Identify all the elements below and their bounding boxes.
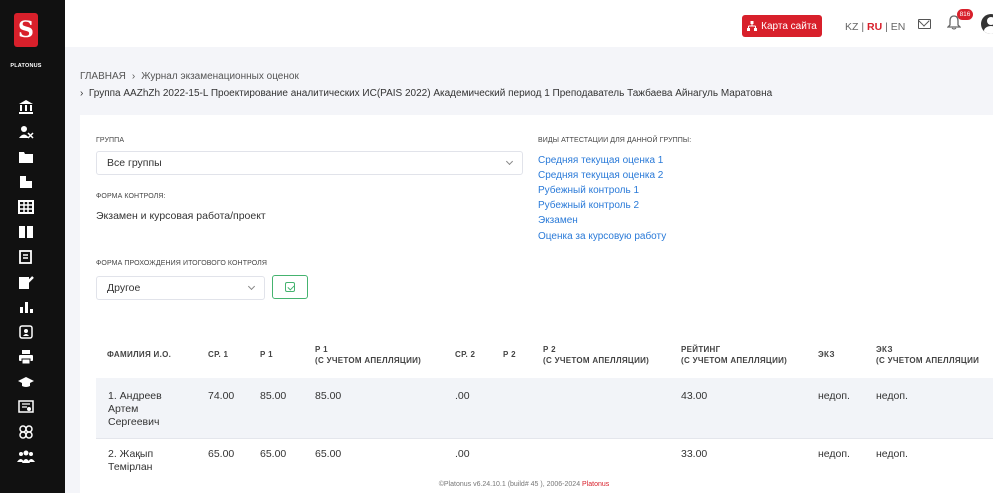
sitemap-button[interactable]: Карта сайта: [742, 15, 822, 37]
cell-r1-appeal: 85.00: [315, 390, 342, 402]
book-icon[interactable]: [15, 221, 37, 243]
footer-text: ©Platonus v6.24.10.1 (build# 45 ), 2006-…: [438, 481, 583, 488]
th-rating: РЕЙТИНГ (С УЧЕТОМ АПЕЛЛЯЦИИ): [681, 344, 787, 366]
th-exam-appeal-line2: (С УЧЕТОМ АПЕЛЛЯЦИИ: [876, 356, 980, 365]
cell-r1: 65.00: [260, 448, 287, 460]
th-name: ФАМИЛИЯ И.О.: [107, 350, 172, 359]
cell-r1-appeal: 65.00: [315, 448, 342, 460]
attestation-link[interactable]: Рубежный контроль 1: [538, 185, 639, 196]
cell-name[interactable]: 1. Андреев Артем Сергеевич: [108, 390, 162, 429]
lang-en[interactable]: EN: [891, 21, 906, 33]
people-icon[interactable]: [15, 446, 37, 468]
group-icon[interactable]: [15, 421, 37, 443]
users-icon[interactable]: [15, 121, 37, 143]
control-form-label: ФОРМА КОНТРОЛЯ:: [96, 193, 166, 200]
bank-icon[interactable]: [15, 96, 37, 118]
th-r2: Р 2: [503, 350, 516, 359]
breadcrumb-current: Журнал экзаменационных оценок: [141, 71, 299, 82]
footer-brand-link[interactable]: Platonus: [582, 481, 609, 488]
th-r2-appeal-line1: Р 2: [543, 345, 556, 354]
attestation-link[interactable]: Средняя текущая оценка 1: [538, 155, 663, 166]
group-select[interactable]: Все группы: [96, 151, 523, 175]
sitemap-label: Карта сайта: [761, 20, 817, 32]
final-control-select-value: Другое: [107, 282, 141, 294]
th-rating-line2: (С УЧЕТОМ АПЕЛЛЯЦИИ): [681, 356, 788, 365]
control-form-value: Экзамен и курсовая работа/проект: [96, 210, 266, 222]
final-control-select[interactable]: Другое: [96, 276, 265, 300]
edit-icon[interactable]: [15, 271, 37, 293]
language-switcher: KZ | RU | EN: [845, 21, 906, 33]
final-control-label: ФОРМА ПРОХОЖДЕНИЯ ИТОГОВОГО КОНТРОЛЯ: [96, 260, 268, 267]
group-info: Группа AAZhZh 2022-15-L Проектирование а…: [88, 88, 773, 99]
confirm-button[interactable]: [272, 275, 308, 299]
mail-icon[interactable]: [918, 19, 931, 29]
cell-rating: 43.00: [681, 390, 708, 402]
cell-avg2: .00: [455, 448, 470, 460]
th-exam-appeal-line1: ЭКЗ: [876, 345, 893, 354]
th-avg2: СР. 2: [455, 350, 476, 359]
cell-avg1: 65.00: [208, 448, 235, 460]
platonus-logo[interactable]: S: [14, 13, 38, 47]
attestation-link[interactable]: Средняя текущая оценка 2: [538, 170, 663, 181]
forms-icon[interactable]: [15, 246, 37, 268]
chevron-down-icon: [247, 282, 256, 291]
th-r2-appeal: Р 2 (С УЧЕТОМ АПЕЛЛЯЦИИ): [543, 344, 649, 366]
cell-name-line3: Сергеевич: [108, 416, 160, 428]
sidebar: S PLATONUS: [0, 0, 65, 493]
cell-name-line2: Темірлан: [108, 461, 153, 473]
cell-exam: недоп.: [818, 390, 850, 402]
cell-r1: 85.00: [260, 390, 287, 402]
breadcrumb-subtitle: › Группа AAZhZh 2022-15-L Проектирование…: [80, 88, 772, 99]
th-r1-appeal-line2: (С УЧЕТОМ АПЕЛЛЯЦИИ): [315, 356, 422, 365]
avatar[interactable]: [981, 14, 993, 34]
cell-avg1: 74.00: [208, 390, 235, 402]
cell-exam-appeal: недоп.: [876, 390, 908, 402]
cell-rating: 33.00: [681, 448, 708, 460]
sitemap-icon: [747, 21, 758, 31]
attestation-label: ВИДЫ АТТЕСТАЦИИ ДЛЯ ДАННОЙ ГРУППЫ:: [538, 137, 692, 144]
lang-ru[interactable]: RU: [867, 21, 882, 33]
bar-chart-icon[interactable]: [15, 296, 37, 318]
chevron-right-icon: ›: [131, 71, 136, 82]
documents-icon[interactable]: [15, 171, 37, 193]
cell-name-line2: Артем: [108, 403, 139, 415]
group-label: ГРУППА: [96, 137, 125, 144]
cell-exam-appeal: недоп.: [876, 448, 908, 460]
group-select-value: Все группы: [107, 157, 162, 169]
breadcrumb: ГЛАВНАЯ › Журнал экзаменационных оценок: [80, 71, 299, 82]
th-r1: Р 1: [260, 350, 273, 359]
folder-icon[interactable]: [15, 146, 37, 168]
lang-kz[interactable]: KZ: [845, 21, 858, 33]
attestation-link[interactable]: Экзамен: [538, 215, 578, 226]
attestation-link[interactable]: Рубежный контроль 2: [538, 200, 639, 211]
chevron-right-icon: ›: [80, 88, 84, 99]
cell-exam: недоп.: [818, 448, 850, 460]
th-rating-line1: РЕЙТИНГ: [681, 345, 721, 354]
th-r1-appeal: Р 1 (С УЧЕТОМ АПЕЛЛЯЦИИ): [315, 344, 421, 366]
logo-text: PLATONUS: [10, 63, 42, 69]
check-square-icon: [285, 282, 295, 292]
th-avg1: СР. 1: [208, 350, 229, 359]
breadcrumb-home[interactable]: ГЛАВНАЯ: [80, 71, 126, 82]
footer: ©Platonus v6.24.10.1 (build# 45 ), 2006-…: [0, 481, 993, 488]
table-row: [96, 378, 993, 438]
cell-avg2: .00: [455, 390, 470, 402]
th-r1-appeal-line1: Р 1: [315, 345, 328, 354]
grid-icon[interactable]: [15, 196, 37, 218]
th-exam-appeal: ЭКЗ (С УЧЕТОМ АПЕЛЛЯЦИИ: [876, 344, 979, 366]
chevron-down-icon: [505, 157, 514, 166]
cell-name-line1: 1. Андреев: [108, 390, 162, 402]
certificate-icon[interactable]: [15, 396, 37, 418]
cell-name-line1: 2. Жақып: [108, 448, 154, 460]
row-divider: [96, 438, 993, 439]
printer-icon[interactable]: [15, 346, 37, 368]
th-exam: ЭКЗ: [818, 350, 835, 359]
attestation-link[interactable]: Оценка за курсовую работу: [538, 231, 666, 242]
cell-name[interactable]: 2. Жақып Темірлан: [108, 448, 153, 474]
top-bar: Карта сайта KZ | RU | EN 816: [65, 0, 993, 47]
graduation-cap-icon[interactable]: [15, 371, 37, 393]
notification-badge: 816: [957, 9, 973, 20]
th-r2-appeal-line2: (С УЧЕТОМ АПЕЛЛЯЦИИ): [543, 356, 650, 365]
id-card-icon[interactable]: [15, 321, 37, 343]
